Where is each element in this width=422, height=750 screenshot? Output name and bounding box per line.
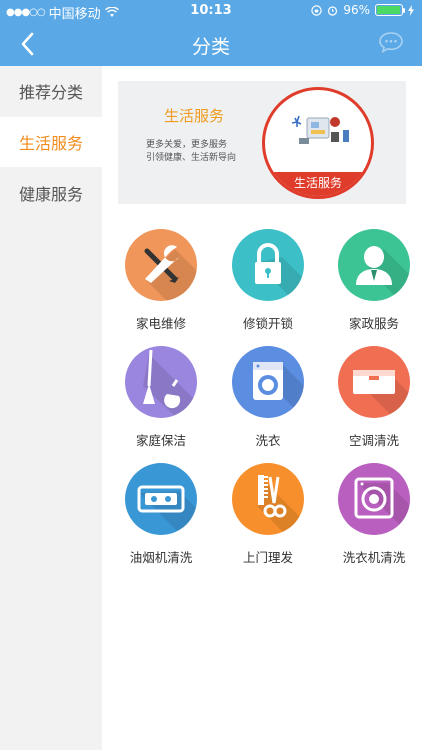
status-bar: ●●●○○ 中国移动 10:13 96% <box>0 0 422 22</box>
service-label: 家电维修 <box>135 316 186 331</box>
service-item-home-cleaning[interactable]: 家庭保洁 <box>108 346 214 456</box>
banner-title: 生活服务 <box>164 107 225 125</box>
orientation-lock-icon <box>311 4 323 16</box>
wrench-screwdriver-icon <box>144 245 197 301</box>
service-icon-circle <box>232 463 304 535</box>
status-right: 96% <box>311 3 414 17</box>
service-label: 洗衣机清洗 <box>342 550 406 565</box>
sidebar-item-label: 生活服务 <box>18 134 83 153</box>
service-label: 家政服务 <box>348 316 399 331</box>
charging-icon <box>408 4 414 16</box>
appliances-illustration-icon <box>291 115 349 144</box>
promo-banner[interactable]: 生活服务 更多关爱，更多服务 引领健康、生活新导向 生活服务 <box>118 81 406 204</box>
service-icon-circle <box>232 346 304 418</box>
banner-line-2: 引领健康、生活新导向 <box>146 153 237 163</box>
sidebar-item-label: 推荐分类 <box>18 83 83 102</box>
service-icon-circle <box>125 463 197 535</box>
battery-fill <box>377 6 400 14</box>
sidebar-item-life-services[interactable]: 生活服务 <box>0 117 102 167</box>
nav-bar: 分类 <box>0 22 422 66</box>
service-icon-circle <box>125 229 197 301</box>
service-item-washer-cleaning[interactable]: 洗衣机清洗 <box>321 463 422 573</box>
sidebar-item-health-services[interactable]: 健康服务 <box>0 168 102 218</box>
battery-icon <box>375 4 405 16</box>
speaker-washer-icon <box>354 477 410 535</box>
page-title: 分类 <box>191 36 230 58</box>
message-icon[interactable] <box>378 31 404 53</box>
service-item-appliance-repair[interactable]: 家电维修 <box>108 229 214 339</box>
service-icon-circle <box>125 346 197 418</box>
top-bar: ●●●○○ 中国移动 10:13 96% 分类 <box>0 0 422 66</box>
service-label: 上门理发 <box>242 550 293 565</box>
sidebar-item-label: 健康服务 <box>18 185 83 204</box>
service-icon-circle <box>338 463 410 535</box>
service-item-range-hood-cleaning[interactable]: 油烟机清洗 <box>108 463 214 573</box>
banner-line-1: 更多关爱，更多服务 <box>146 140 228 150</box>
service-item-home-haircut[interactable]: 上门理发 <box>215 463 321 573</box>
banner-circle: 生活服务 <box>262 87 374 199</box>
service-icon-circle <box>232 229 304 301</box>
alarm-icon <box>328 5 338 16</box>
battery-percent: 96% <box>343 3 370 17</box>
service-icon-circle <box>338 229 410 301</box>
service-item-housekeeping[interactable]: 家政服务 <box>321 229 422 339</box>
comb-scissors-icon <box>258 475 304 535</box>
service-label: 修锁开锁 <box>242 316 293 331</box>
service-item-ac-cleaning[interactable]: 空调清洗 <box>321 346 422 456</box>
range-hood-icon <box>137 485 197 535</box>
service-label: 家庭保洁 <box>135 433 186 448</box>
service-item-locksmith[interactable]: 修锁开锁 <box>215 229 321 339</box>
service-icon-circle <box>338 346 410 418</box>
service-label: 油烟机清洗 <box>129 550 193 565</box>
service-label: 洗衣 <box>255 433 281 448</box>
lock-icon <box>255 243 304 301</box>
service-label: 空调清洗 <box>348 433 399 448</box>
broom-icon <box>143 349 197 418</box>
sidebar-item-recommended[interactable]: 推荐分类 <box>0 66 102 116</box>
banner-badge: 生活服务 <box>265 172 371 196</box>
washing-machine-icon <box>253 362 304 418</box>
person-icon <box>356 246 410 301</box>
service-item-laundry[interactable]: 洗衣 <box>215 346 321 456</box>
app-screen: ●●●○○ 中国移动 10:13 96% 分类 推荐分类 生活服务 健康服务 生… <box>0 0 422 750</box>
air-conditioner-icon <box>352 370 410 418</box>
category-sidebar: 推荐分类 生活服务 健康服务 <box>0 66 102 750</box>
